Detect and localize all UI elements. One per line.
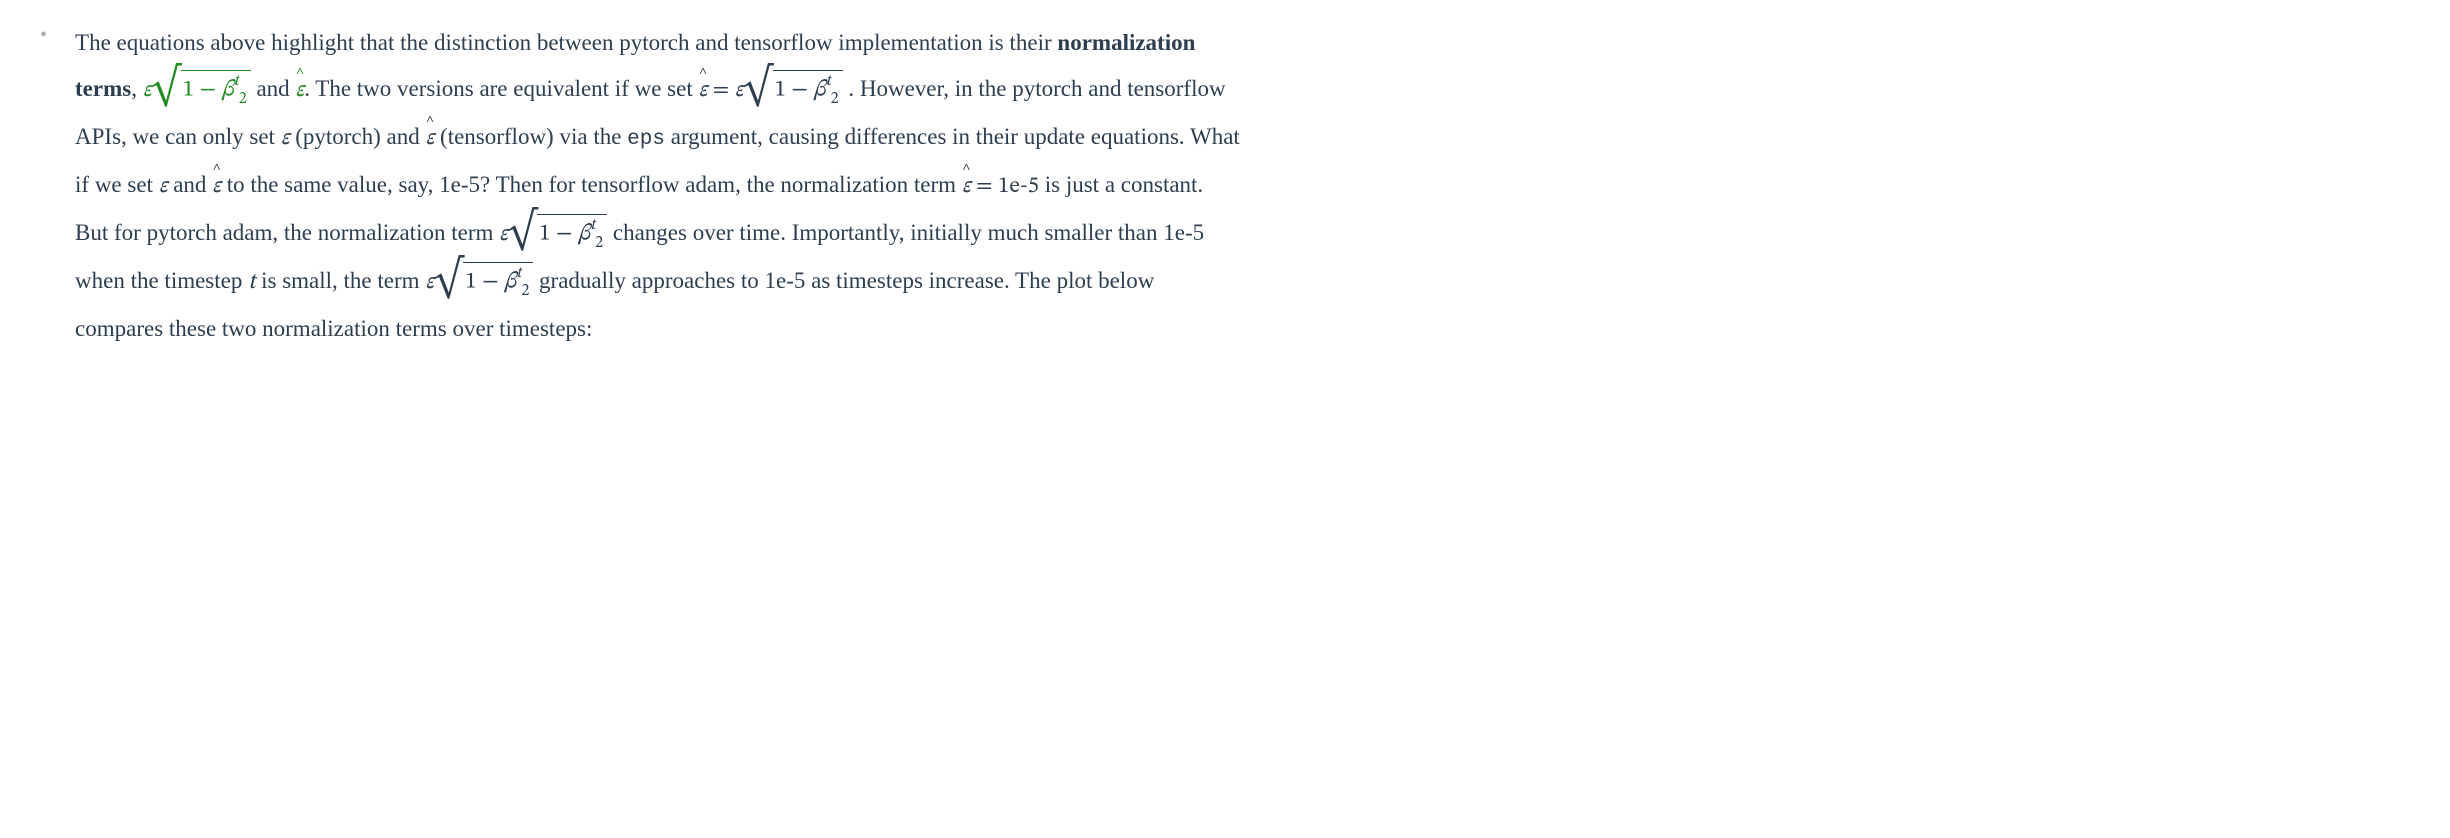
beta-subscript: 2 [831,91,839,107]
beta-superscript: t [516,265,521,281]
beta-subscript: 2 [595,235,603,251]
sqrt-expression: √1 − βt2 [151,70,250,107]
text-segment: . The two versions are equivalent if we … [304,76,698,101]
beta-symbol: β [504,271,516,294]
bullet-list-item: • The equations above highlight that the… [40,20,1240,352]
epsilon-hat: ^ε [962,164,971,210]
sqrt-content: 1 − βt2 [181,70,251,105]
beta-symbol: β [813,79,825,102]
sqrt-symbol: √ [743,70,772,107]
beta-subscript: 2 [239,91,247,107]
hat-symbol: ^ [426,107,434,139]
math-equation-equiv: ^ε = [698,79,734,102]
math-eps-hat-equals: ^ε = 1e-5 [962,175,1039,198]
bullet-marker: • [40,24,47,47]
sqrt-content: 1 − βt2 [463,262,533,297]
beta-superscript: t [590,217,595,233]
one-minus: 1 − [775,79,814,102]
epsilon-symbol: ε [499,223,508,246]
beta-superscript: t [234,73,239,89]
sqrt-content: 1 − βt2 [773,70,843,105]
sqrt-expression: √1 − βt2 [434,262,533,299]
equals-sign: = [971,175,998,198]
math-eps-hat-green: ^ε [295,79,304,102]
text-segment: to the same value, say, 1e-5? Then for t… [221,172,962,197]
math-eps-hat: ^ε [212,175,221,198]
sqrt-symbol: √ [151,70,180,107]
hat-symbol: ^ [213,155,221,187]
math-eps-sqrt-green: ε√1 − βt2 [143,79,251,102]
text-segment: and [251,76,296,101]
one-minus: 1 − [183,79,222,102]
epsilon-hat: ^ε [212,164,221,210]
epsilon-symbol: ε [425,271,434,294]
epsilon-hat: ^ε [295,68,304,114]
math-eps-sqrt: ε√1 − βt2 [499,223,607,246]
math-eps-sqrt: ε√1 − βt2 [425,271,533,294]
one-minus: 1 − [539,223,578,246]
text-segment: (pytorch) and [289,124,425,149]
sqrt-symbol: √ [434,262,463,299]
epsilon-hat: ^ε [698,68,707,114]
math-eps-hat: ^ε [426,127,435,150]
one-minus: 1 − [465,271,504,294]
epsilon-symbol: ε [735,79,744,102]
sqrt-content: 1 − βt2 [537,214,607,249]
beta-symbol: β [578,223,590,246]
sqrt-expression: √1 − βt2 [743,70,842,107]
text-segment: (tensorflow) via the [434,124,627,149]
sqrt-expression: √1 − βt2 [508,214,607,251]
beta-subscript: 2 [521,283,529,299]
paragraph-content: The equations above highlight that the d… [75,20,1240,352]
text-segment: The equations above highlight that the d… [75,30,1057,55]
math-eps-sqrt: ε√1 − βt2 [735,79,843,102]
equals-sign: = [707,79,734,102]
epsilon-symbol: ε [143,79,152,102]
value-1e5: 1e-5 [998,175,1039,198]
sqrt-symbol: √ [508,214,537,251]
hat-symbol: ^ [296,59,304,91]
beta-symbol: β [221,79,233,102]
text-segment: is small, the term [255,268,425,293]
beta-superscript: t [826,73,831,89]
code-eps: eps [627,128,665,151]
text-segment: and [167,172,212,197]
hat-symbol: ^ [699,59,707,91]
text-segment: , [131,76,143,101]
epsilon-hat: ^ε [426,116,435,162]
hat-symbol: ^ [962,155,970,187]
